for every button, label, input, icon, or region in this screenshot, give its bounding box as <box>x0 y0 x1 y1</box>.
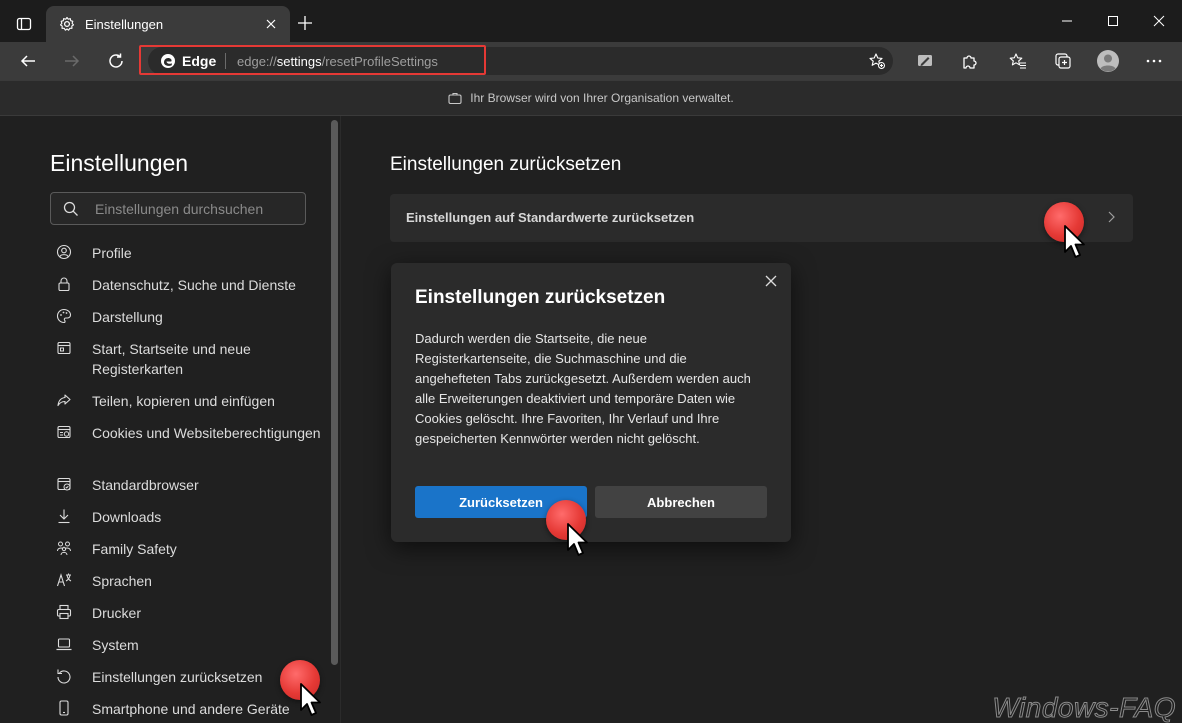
laptop-icon <box>56 636 72 652</box>
browser-icon <box>56 476 72 492</box>
favorites-icon <box>1009 53 1026 69</box>
more-icon <box>1146 59 1162 63</box>
mouse-cursor-icon <box>567 523 588 556</box>
sidebar-item-start[interactable]: Start, Startseite und neue Registerkarte… <box>56 339 326 379</box>
plus-icon <box>298 16 312 30</box>
sidebar-item-label: Drucker <box>92 605 142 621</box>
collections-icon <box>1055 53 1071 69</box>
cancel-button[interactable]: Abbrechen <box>595 486 767 518</box>
minimize-icon <box>1062 20 1072 22</box>
tab-actions-button[interactable] <box>12 12 36 36</box>
sidebar-item-cookies[interactable]: Cookies und Websiteberechtigungen <box>56 423 326 443</box>
puzzle-icon <box>963 55 977 69</box>
sidebar-item-phone[interactable]: Smartphone und andere Geräte <box>56 699 326 719</box>
pen-icon <box>918 55 932 66</box>
sidebar-item-label: Teilen, kopieren und einfügen <box>92 393 275 409</box>
arrow-right-icon <box>65 55 80 67</box>
reset-row-label: Einstellungen auf Standardwerte zurückse… <box>406 210 695 225</box>
sidebar-item-label: Datenschutz, Suche und Dienste <box>92 277 296 293</box>
settings-sidebar: Einstellungen Profile Datenschutz, Suche… <box>0 116 340 723</box>
sidebar-item-system[interactable]: System <box>56 635 326 655</box>
cookie-icon <box>56 424 72 440</box>
phone-icon <box>56 700 72 716</box>
sidebar-scroll-thumb[interactable] <box>331 120 338 665</box>
close-window-button[interactable] <box>1136 6 1182 36</box>
reset-icon <box>56 668 72 684</box>
reset-dialog: Einstellungen zurücksetzen Dadurch werde… <box>391 263 791 542</box>
favorites-button[interactable] <box>1003 46 1033 76</box>
page-title: Einstellungen zurücksetzen <box>390 154 622 175</box>
sidebar-item-appearance[interactable]: Darstellung <box>56 307 326 327</box>
reset-to-defaults-row[interactable]: Einstellungen auf Standardwerte zurückse… <box>390 194 1133 242</box>
sidebar-item-label: Standardbrowser <box>92 477 199 493</box>
sidebar-item-privacy[interactable]: Datenschutz, Suche und Dienste <box>56 275 326 295</box>
sidebar-item-label: Downloads <box>92 509 162 525</box>
maximize-icon <box>1108 16 1118 26</box>
sidebar-item-default-browser[interactable]: Standardbrowser <box>56 475 326 495</box>
managed-message: Ihr Browser wird von Ihrer Organisation … <box>470 91 734 105</box>
sidebar-item-label: Smartphone und andere Geräte <box>92 701 290 717</box>
avatar <box>1097 50 1119 72</box>
sidebar-item-share[interactable]: Teilen, kopieren und einfügen <box>56 391 326 411</box>
content-divider <box>340 116 341 723</box>
profile-button[interactable] <box>1093 46 1123 76</box>
tab-settings[interactable]: Einstellungen <box>46 6 290 42</box>
sidebar-item-languages[interactable]: Sprachen <box>56 571 326 591</box>
language-icon <box>56 572 72 588</box>
sidebar-item-profile[interactable]: Profile <box>56 243 326 263</box>
tab-title: Einstellungen <box>85 16 164 32</box>
more-options-button[interactable] <box>1139 46 1169 76</box>
gear-icon <box>58 15 76 33</box>
forward-button[interactable] <box>57 46 87 76</box>
managed-infobar: Ihr Browser wird von Ihrer Organisation … <box>0 80 1182 116</box>
close-icon <box>1153 15 1165 27</box>
refresh-icon <box>109 53 123 68</box>
sidebar-item-printers[interactable]: Drucker <box>56 603 326 623</box>
lock-icon <box>56 276 72 292</box>
collections-button[interactable] <box>1048 46 1078 76</box>
maximize-button[interactable] <box>1090 6 1136 36</box>
tab-close-icon[interactable] <box>262 15 280 33</box>
address-highlight-box <box>139 45 486 75</box>
briefcase-icon <box>448 92 462 105</box>
sidebar-item-label: Profile <box>92 245 132 261</box>
home-icon <box>56 340 72 356</box>
mouse-cursor-icon <box>1064 225 1085 258</box>
star-add-icon <box>869 53 885 69</box>
refresh-button[interactable] <box>101 46 131 76</box>
collections-extension-button[interactable] <box>910 46 940 76</box>
sidebar-item-family-safety[interactable]: Family Safety <box>56 539 326 559</box>
watermark: Windows-FAQ <box>992 692 1176 723</box>
sidebar-item-label: System <box>92 637 139 653</box>
profile-icon <box>56 244 72 260</box>
arrow-left-icon <box>20 55 35 67</box>
dialog-title: Einstellungen zurücksetzen <box>415 287 666 308</box>
sidebar-item-label: Family Safety <box>92 541 177 557</box>
settings-search[interactable] <box>50 192 306 225</box>
mouse-cursor-icon <box>300 683 321 716</box>
sidebar-item-label: Cookies und Websiteberechtigungen <box>92 425 321 441</box>
search-input[interactable] <box>95 199 295 219</box>
search-icon <box>63 201 78 216</box>
dialog-close-icon[interactable] <box>763 273 779 289</box>
share-icon <box>56 392 72 408</box>
family-icon <box>56 540 72 556</box>
sidebar-title: Einstellungen <box>50 150 189 176</box>
extensions-button[interactable] <box>954 46 984 76</box>
dialog-body: Dadurch werden die Startseite, die neue … <box>415 331 751 446</box>
sidebar-item-label: Darstellung <box>92 309 163 325</box>
new-tab-button[interactable] <box>294 12 316 34</box>
sidebar-item-downloads[interactable]: Downloads <box>56 507 326 527</box>
printer-icon <box>56 604 72 620</box>
sidebar-item-label: Start, Startseite und neue Registerkarte… <box>92 341 251 377</box>
sidebar-item-label: Sprachen <box>92 573 152 589</box>
palette-icon <box>56 308 72 324</box>
back-button[interactable] <box>13 46 43 76</box>
minimize-button[interactable] <box>1044 6 1090 36</box>
title-bar: Einstellungen <box>0 0 1182 42</box>
add-favorite-button[interactable] <box>867 51 887 71</box>
tab-actions-icon <box>16 17 32 31</box>
chevron-right-icon <box>1108 211 1115 223</box>
download-icon <box>56 508 72 524</box>
